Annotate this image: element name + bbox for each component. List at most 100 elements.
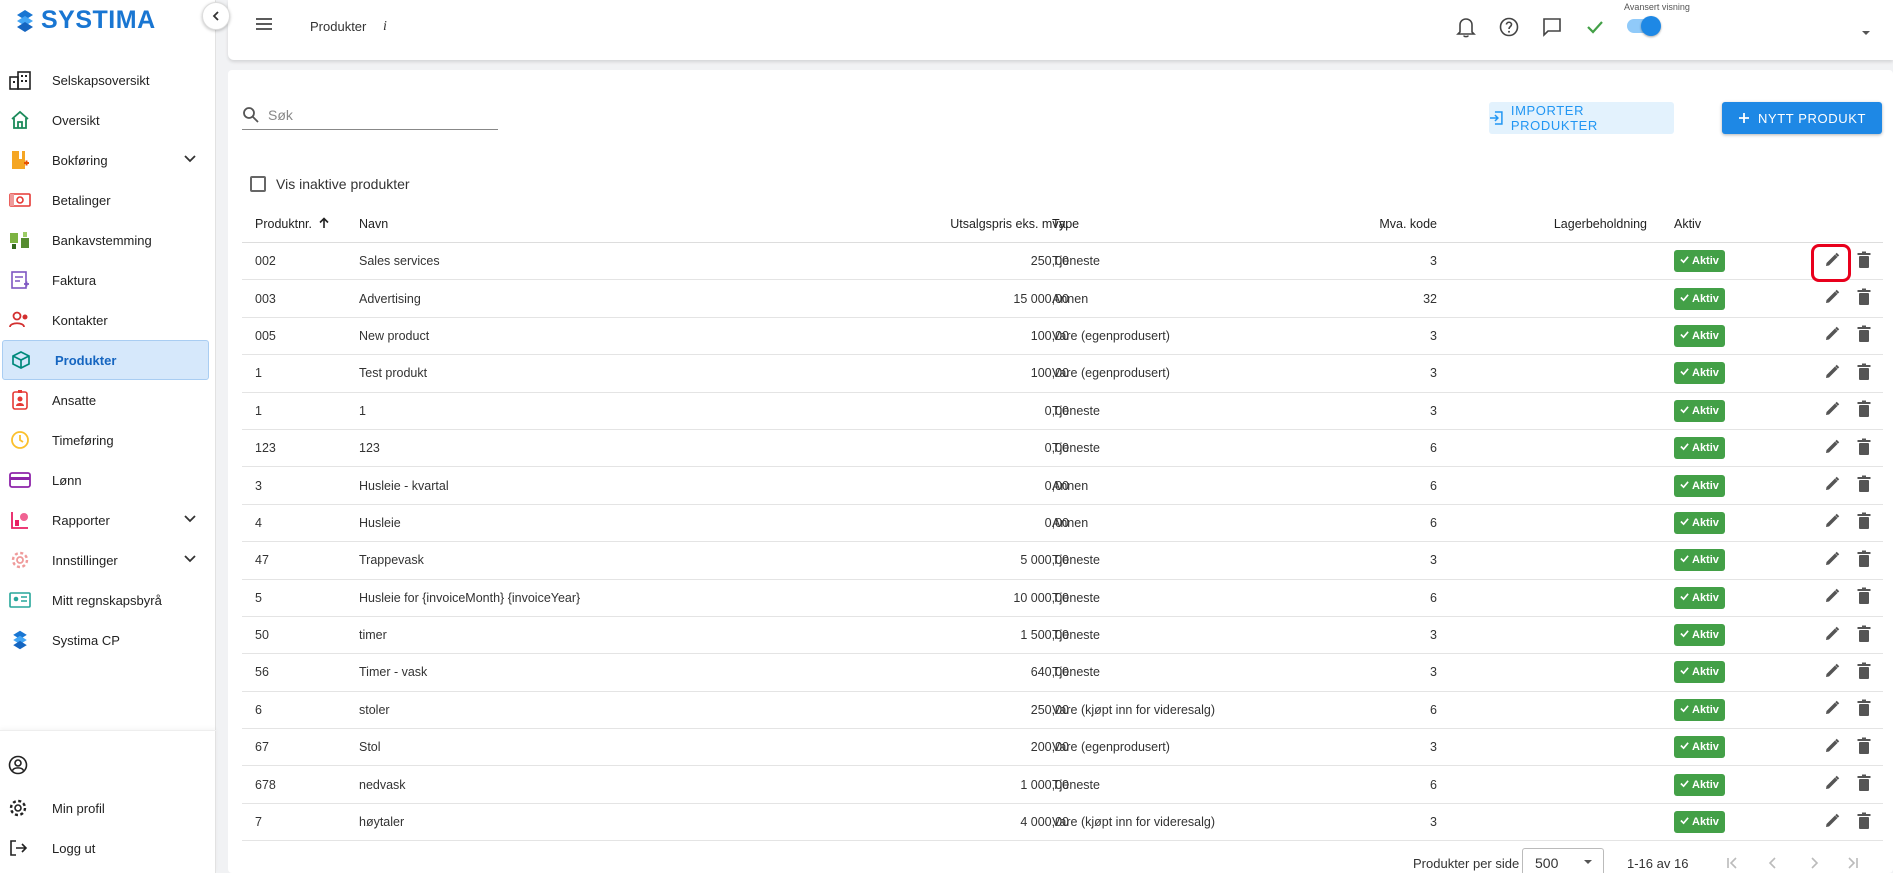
header-product-number[interactable]: Produktnr. [255, 217, 330, 231]
sidebar-item-innstillinger[interactable]: Innstillinger [0, 540, 209, 580]
table-row[interactable]: 5 Husleie for {invoiceMonth} {invoiceYear… [242, 580, 1883, 617]
sidebar-item-oversikt[interactable]: Oversikt [0, 100, 209, 140]
new-product-button[interactable]: NYTT PRODUKT [1722, 102, 1882, 134]
delete-button[interactable] [1853, 437, 1875, 459]
collapse-sidebar-button[interactable] [202, 2, 230, 30]
sidebar-item-min-profil[interactable]: Min profil [0, 788, 216, 828]
table-row[interactable]: 1 Test produkt 100,00 Vare (egenprodusert) 3… [242, 355, 1883, 393]
edit-button[interactable] [1821, 811, 1843, 833]
edit-button[interactable] [1821, 288, 1843, 310]
delete-button[interactable] [1853, 400, 1875, 422]
sidebar-item-bankavstemming[interactable]: Bankavstemming [0, 220, 209, 260]
edit-button[interactable] [1821, 400, 1843, 422]
delete-button[interactable] [1853, 549, 1875, 571]
table-row[interactable]: 003 Advertising 15 000,00 Annen 32 Aktiv [242, 280, 1883, 318]
table-row[interactable]: 6 stoler 250,00 Vare (kjøpt inn for videres… [242, 692, 1883, 730]
table-row[interactable]: 4 Husleie 0,00 Annen 6 Aktiv [242, 505, 1883, 543]
show-inactive-checkbox[interactable] [250, 176, 266, 192]
chevron-down-icon[interactable] [183, 152, 197, 166]
edit-button[interactable] [1821, 587, 1843, 609]
previous-page-button[interactable] [1762, 852, 1784, 873]
table-row[interactable]: 50 timer 1 500,00 Tjeneste 3 Aktiv [242, 617, 1883, 655]
delete-button[interactable] [1853, 512, 1875, 534]
chat-button[interactable] [1539, 14, 1565, 40]
header-stock[interactable]: Lagerbeholdning [1554, 217, 1647, 231]
delete-button[interactable] [1853, 661, 1875, 683]
help-button[interactable] [1496, 14, 1522, 40]
sidebar-item-betalinger[interactable]: Betalinger [0, 180, 209, 220]
sidebar-item-ansatte[interactable]: Ansatte [0, 380, 209, 420]
table-row[interactable]: 002 Sales services 250,00 Tjeneste 3 Aktiv [242, 243, 1883, 282]
edit-button[interactable] [1821, 661, 1843, 683]
edit-button[interactable] [1821, 699, 1843, 721]
delete-button[interactable] [1853, 587, 1875, 609]
next-page-button[interactable] [1803, 852, 1825, 873]
edit-button[interactable] [1821, 736, 1843, 758]
edit-button[interactable] [1821, 250, 1843, 272]
import-products-button[interactable]: IMPORTER PRODUKTER [1489, 102, 1674, 134]
edit-button[interactable] [1821, 475, 1843, 497]
delete-button[interactable] [1853, 325, 1875, 347]
sidebar-item-lonn[interactable]: Lønn [0, 460, 209, 500]
table-row[interactable]: 678 nedvask 1 000,00 Tjeneste 6 Aktiv [242, 766, 1883, 804]
edit-button[interactable] [1821, 325, 1843, 347]
sidebar-item-mitt-regnskapsbyra[interactable]: Mitt regnskapsbyrå [0, 580, 209, 620]
header-type[interactable]: Type [1052, 217, 1079, 231]
edit-button[interactable] [1821, 512, 1843, 534]
last-page-button[interactable] [1842, 852, 1864, 873]
delete-button[interactable] [1853, 250, 1875, 272]
cell-type: Tjeneste [1052, 777, 1100, 792]
trash-icon [1857, 737, 1871, 758]
table-row[interactable]: 67 Stol 200,00 Vare (egenprodusert) 3 Aktiv [242, 729, 1883, 767]
table-row[interactable]: 56 Timer - vask 640,00 Tjeneste 3 Aktiv [242, 654, 1883, 692]
systima-logo[interactable]: SYSTIMA [14, 6, 156, 35]
sidebar-item-logg-ut[interactable]: Logg ut [0, 828, 216, 868]
first-page-button[interactable] [1721, 852, 1743, 873]
edit-button[interactable] [1821, 624, 1843, 646]
edit-button[interactable] [1821, 774, 1843, 796]
table-row[interactable]: 3 Husleie - kvartal 0,00 Annen 6 Aktiv [242, 467, 1883, 505]
sidebar-item-produkter[interactable]: Produkter [2, 340, 209, 380]
sidebar-item-faktura[interactable]: Faktura [0, 260, 209, 300]
table-row[interactable]: 1 1 0,00 Tjeneste 3 Aktiv [242, 393, 1883, 430]
cell-product-number: 6 [255, 702, 262, 717]
delete-button[interactable] [1853, 624, 1875, 646]
user-menu-button[interactable] [1860, 24, 1872, 42]
pencil-icon [1823, 774, 1841, 795]
edit-button[interactable] [1821, 437, 1843, 459]
chevron-down-icon[interactable] [183, 512, 197, 526]
sidebar-item-bokforing[interactable]: Bokføring [0, 140, 209, 180]
edit-button[interactable] [1821, 362, 1843, 384]
table-row[interactable]: 47 Trappevask 5 000,00 Tjeneste 3 Aktiv [242, 542, 1883, 580]
show-inactive-toggle[interactable]: Vis inaktive produkter [250, 176, 410, 192]
advanced-view-toggle[interactable] [1627, 16, 1661, 36]
header-vat-code[interactable]: Mva. kode [1379, 217, 1437, 231]
table-row[interactable]: 123 123 0,00 Tjeneste 6 Aktiv [242, 430, 1883, 468]
delete-button[interactable] [1853, 811, 1875, 833]
sidebar-item-kontakter[interactable]: Kontakter [0, 300, 209, 340]
sidebar-item-systima-cp[interactable]: Systima CP [0, 620, 209, 660]
account-avatar[interactable] [0, 745, 216, 785]
sidebar-item-rapporter[interactable]: Rapporter [0, 500, 209, 540]
table-row[interactable]: 005 New product 100,00 Vare (egenprodusert)… [242, 318, 1883, 356]
table-row[interactable]: 7 høytaler 4 000,00 Vare (kjøpt inn for vid… [242, 804, 1883, 842]
menu-button[interactable] [255, 17, 273, 36]
per-page-select[interactable]: 500 [1522, 848, 1604, 873]
chevron-down-icon[interactable] [183, 552, 197, 566]
sidebar-item-selskapsoversikt[interactable]: Selskapsoversikt [0, 60, 209, 100]
delete-button[interactable] [1853, 736, 1875, 758]
header-active[interactable]: Aktiv [1674, 217, 1701, 231]
sidebar-item-timeforing[interactable]: Timeføring [0, 420, 209, 460]
delete-button[interactable] [1853, 288, 1875, 310]
active-badge: Aktiv [1674, 661, 1725, 684]
search-input[interactable] [268, 106, 478, 123]
delete-button[interactable] [1853, 699, 1875, 721]
delete-button[interactable] [1853, 362, 1875, 384]
edit-button[interactable] [1821, 549, 1843, 571]
delete-button[interactable] [1853, 475, 1875, 497]
search-field[interactable] [242, 100, 498, 130]
notifications-button[interactable] [1453, 14, 1479, 40]
delete-button[interactable] [1853, 774, 1875, 796]
info-icon[interactable]: i [383, 19, 387, 35]
header-name[interactable]: Navn [359, 217, 388, 231]
